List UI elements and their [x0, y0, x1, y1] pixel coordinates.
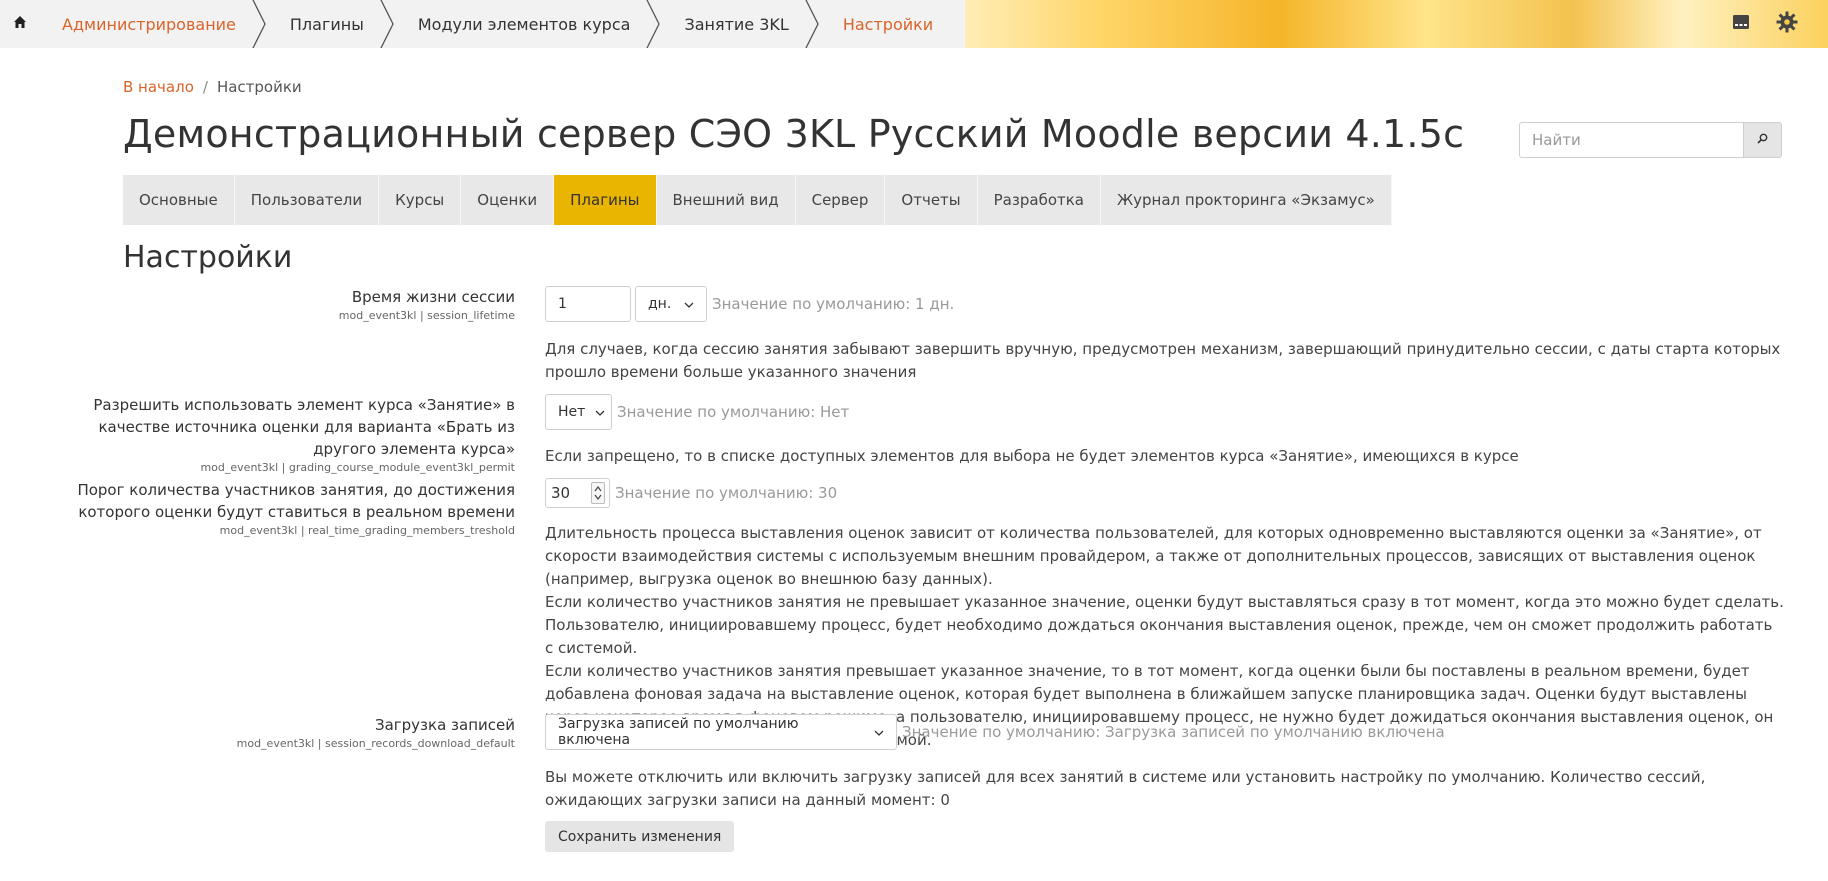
search-icon: [1757, 132, 1768, 148]
breadcrumb-current: Настройки: [216, 78, 302, 96]
session-lifetime-unit-select[interactable]: дн.: [635, 286, 707, 322]
description-paragraph: Если количество участников занятия не пр…: [545, 593, 1784, 657]
search-form: [1519, 122, 1782, 158]
description-paragraph: Длительность процесса выставления оценок…: [545, 524, 1762, 588]
number-spinner[interactable]: [591, 482, 605, 504]
setting-key: mod_event3kl | real_time_grading_members…: [219, 524, 515, 537]
save-changes-button[interactable]: Сохранить изменения: [545, 821, 735, 852]
members-treshold-number-input[interactable]: 30: [545, 478, 610, 508]
select-value: Нет: [558, 404, 586, 420]
crumb-plugins[interactable]: Плагины: [268, 0, 378, 48]
setting-label-line: Разрешить использовать элемент курса «За…: [93, 396, 515, 414]
default-value-text: Значение по умолчанию: 30: [615, 484, 838, 502]
setting-records-download-label: Загрузка записей mod_event3kl | session_…: [237, 714, 515, 751]
setting-label: Загрузка записей: [374, 716, 515, 734]
search-input[interactable]: [1519, 122, 1743, 158]
setting-session-lifetime-control: 1 дн. Значение по умолчанию: 1 дн.: [545, 286, 954, 322]
section-heading: Настройки: [123, 240, 293, 275]
search-button[interactable]: [1743, 122, 1782, 158]
setting-key: mod_event3kl | session_records_download_…: [236, 737, 515, 750]
crumb-activity-modules[interactable]: Модули элементов курса: [396, 0, 645, 48]
chevron-right-icon: [803, 0, 821, 48]
tab-courses[interactable]: Курсы: [379, 175, 462, 225]
setting-session-lifetime-label: Время жизни сессии mod_event3kl | sessio…: [339, 286, 515, 323]
default-value-text: Значение по умолчанию: Загрузка записей …: [902, 723, 1445, 741]
top-navbar: Администрирование Плагины Модули элемент…: [0, 0, 1828, 48]
message-drawer-icon[interactable]: [1732, 13, 1750, 35]
breadcrumb: В начало / Настройки: [123, 78, 302, 96]
chevron-down-icon: [874, 724, 884, 740]
setting-label-line: другого элемента курса»: [313, 440, 515, 458]
records-download-select[interactable]: Загрузка записей по умолчанию включена: [545, 714, 897, 750]
tab-users[interactable]: Пользователи: [234, 175, 380, 225]
tab-server[interactable]: Сервер: [795, 175, 886, 225]
setting-key: mod_event3kl | session_lifetime: [338, 309, 515, 322]
grading-permit-select[interactable]: Нет: [545, 394, 612, 430]
chevron-down-icon: [684, 296, 694, 312]
setting-grading-permit-control: Нет Значение по умолчанию: Нет: [545, 394, 849, 430]
setting-real-time-grading-control: 30 Значение по умолчанию: 30: [545, 478, 837, 508]
select-value: Загрузка записей по умолчанию включена: [558, 716, 799, 748]
chevron-right-icon: [250, 0, 268, 48]
tab-proctoring-log[interactable]: Журнал прокторинга «Экзамус»: [1101, 175, 1392, 225]
chevron-down-icon: [595, 404, 605, 420]
setting-label-line: качестве источника оценки для варианта «…: [98, 418, 515, 436]
crumb-administration[interactable]: Администрирование: [40, 0, 250, 48]
tab-grades[interactable]: Оценки: [461, 175, 555, 225]
select-value: дн.: [648, 296, 672, 312]
setting-label-line: которого оценки будут ставиться в реальн…: [78, 503, 515, 521]
setting-real-time-grading-label: Порог количества участников занятия, до …: [77, 479, 515, 538]
crumb-settings[interactable]: Настройки: [821, 0, 947, 48]
setting-grading-permit-label: Разрешить использовать элемент курса «За…: [93, 394, 515, 475]
page-title: Демонстрационный сервер СЭО 3KL Русский …: [123, 112, 1465, 156]
number-value: 30: [551, 484, 571, 502]
setting-label-line: Порог количества участников занятия, до …: [77, 481, 515, 499]
chevron-right-icon: [378, 0, 396, 48]
home-icon: [13, 15, 27, 33]
setting-description: Если запрещено, то в списке доступных эл…: [545, 447, 1519, 465]
session-lifetime-input[interactable]: 1: [545, 286, 631, 322]
setting-description: Для случаев, когда сессию занятия забыва…: [545, 340, 1781, 381]
setting-records-download-control: Загрузка записей по умолчанию включена З…: [545, 714, 1445, 750]
admin-nav-tabs: Основные Пользователи Курсы Оценки Плаги…: [123, 175, 1392, 225]
breadcrumb-separator: /: [202, 78, 208, 96]
tab-appearance[interactable]: Внешний вид: [656, 175, 796, 225]
default-value-text: Значение по умолчанию: 1 дн.: [712, 295, 955, 313]
tab-general[interactable]: Основные: [123, 175, 235, 225]
breadcrumb-home-link[interactable]: В начало: [123, 78, 194, 96]
gear-icon[interactable]: [1776, 11, 1798, 37]
setting-label: Время жизни сессии: [351, 288, 515, 306]
tab-plugins[interactable]: Плагины: [554, 175, 657, 225]
crumb-event3kl[interactable]: Занятие 3KL: [662, 0, 802, 48]
setting-key: mod_event3kl | grading_course_module_eve…: [200, 461, 515, 474]
chevron-right-icon: [644, 0, 662, 48]
setting-description: Вы можете отключить или включить загрузк…: [545, 768, 1706, 809]
default-value-text: Значение по умолчанию: Нет: [617, 403, 850, 421]
home-button[interactable]: [0, 0, 40, 48]
tab-development[interactable]: Разработка: [977, 175, 1101, 225]
admin-breadcrumb-bar: Администрирование Плагины Модули элемент…: [40, 0, 966, 48]
tab-reports[interactable]: Отчеты: [885, 175, 978, 225]
